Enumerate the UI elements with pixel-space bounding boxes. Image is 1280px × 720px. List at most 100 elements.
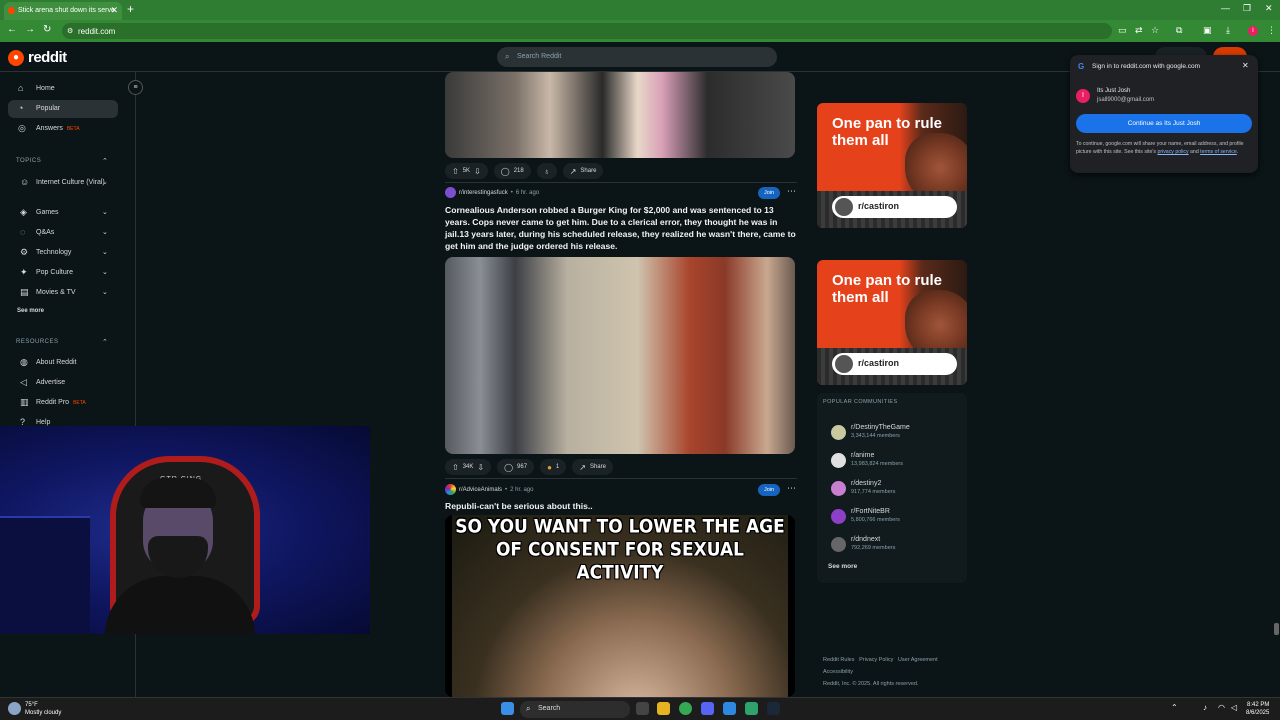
chevron-up-icon[interactable]: ⌃ (102, 338, 108, 346)
close-icon[interactable]: ✕ (1242, 61, 1249, 70)
weather-icon[interactable] (8, 702, 21, 715)
sidebar-resource[interactable]: ◍ About Reddit (8, 358, 118, 367)
windows-start-icon[interactable] (501, 702, 514, 715)
post-image[interactable]: SO YOU WANT TO LOWER THE AGE OF CONSENT … (445, 515, 795, 697)
sidebar-topic[interactable]: ☺ Internet Culture (Viral) ⌄ (8, 178, 118, 187)
post-title[interactable]: Republi-can't be serious about this.. (445, 500, 797, 512)
join-button[interactable]: Join (758, 484, 780, 496)
promoted-ad[interactable]: One pan to rule them all r/castiron (817, 103, 967, 228)
app-icon[interactable] (745, 702, 758, 715)
ad-community-badge[interactable]: r/castiron (832, 353, 957, 375)
forward-icon[interactable]: → (25, 24, 35, 35)
file-explorer-icon[interactable] (657, 702, 670, 715)
chevron-up-icon[interactable]: ⌃ (102, 157, 108, 165)
search-icon: ⌕ (505, 52, 510, 61)
subreddit-icon[interactable] (445, 484, 456, 495)
extensions-icon[interactable]: ⧉ (1176, 25, 1182, 36)
back-icon[interactable]: ← (7, 24, 17, 35)
subreddit-icon[interactable] (445, 187, 456, 198)
microphone-icon[interactable]: ♪ (1203, 703, 1207, 712)
page-scrollbar[interactable] (1273, 72, 1280, 697)
subreddit-link[interactable]: r/interestingasfuck (459, 190, 508, 196)
wifi-icon[interactable]: ◠ (1218, 703, 1225, 712)
sidebar-topic[interactable]: ◈ Games ⌄ (8, 208, 118, 217)
reload-icon[interactable]: ↻ (43, 24, 51, 35)
cast-icon[interactable]: ▭ (1118, 25, 1127, 36)
sidebar-topic[interactable]: ⚙ Technology ⌄ (8, 248, 118, 257)
comments-button[interactable]: ◯ 967 (497, 459, 535, 475)
terms-of-service-link[interactable]: terms of service (1200, 149, 1237, 155)
downloads-icon[interactable]: ⤓ (1226, 25, 1230, 36)
maximize-icon[interactable]: ❐ (1243, 3, 1251, 14)
award-button[interactable]: ● 1 (540, 459, 567, 475)
communities-see-more-link[interactable]: See more (828, 563, 857, 570)
more-options-icon[interactable]: ⋯ (787, 483, 796, 494)
sidebar-item-popular[interactable]: ◔ Popular (8, 100, 118, 118)
taskbar-search[interactable]: ⌕ Search (520, 701, 630, 718)
volume-icon[interactable]: ◁ (1231, 703, 1237, 712)
translate-icon[interactable]: ⇄ (1135, 25, 1143, 36)
taskbar-clock[interactable]: 8:42 PM 8/6/2025 (1246, 701, 1269, 717)
share-button[interactable]: ↗ Share (562, 163, 604, 179)
minimize-icon[interactable]: — (1221, 3, 1230, 13)
task-view-icon[interactable] (636, 702, 649, 715)
sidebar-topic[interactable]: ✦ Pop Culture ⌄ (8, 268, 118, 277)
bookmark-star-icon[interactable]: ☆ (1151, 25, 1159, 36)
downvote-icon[interactable]: ⇩ (477, 463, 484, 472)
topics-see-more-link[interactable]: See more (17, 308, 44, 314)
ad-community-badge[interactable]: r/castiron (832, 196, 957, 218)
reddit-snoo-icon: ● (8, 49, 24, 66)
sidebar-resource[interactable]: ▥ Reddit Pro BETA (8, 398, 118, 408)
continue-as-button[interactable]: Continue as Its Just Josh (1076, 114, 1252, 133)
steam-icon[interactable] (767, 702, 780, 715)
footer-link-privacy[interactable]: Privacy Policy (859, 657, 893, 663)
tray-chevron-icon[interactable]: ⌃ (1171, 703, 1178, 712)
scrollbar-thumb[interactable] (1274, 623, 1279, 635)
award-button[interactable]: ♁ (536, 163, 557, 179)
post-image[interactable] (445, 257, 795, 454)
promoted-ad[interactable]: One pan to rule them all r/castiron (817, 260, 967, 385)
post-title[interactable]: Cornealious Anderson robbed a Burger Kin… (445, 204, 797, 252)
window-close-icon[interactable]: ✕ (1265, 3, 1273, 14)
vote-control[interactable]: ⇧ 5K ⇩ (445, 163, 488, 179)
browser-menu-icon[interactable]: ⋮ (1267, 25, 1276, 36)
sidebar-item-answers[interactable]: ◎ Answers BETA (8, 120, 118, 138)
side-panel-icon[interactable]: ▣ (1203, 25, 1212, 36)
subreddit-link[interactable]: r/AdviceAnimals (459, 487, 502, 493)
new-tab-icon[interactable]: + (127, 2, 134, 16)
downvote-icon[interactable]: ⇩ (474, 167, 481, 176)
topics-heading[interactable]: TOPICS (16, 158, 41, 164)
more-options-icon[interactable]: ⋯ (787, 186, 796, 197)
url-field[interactable]: ⚙ reddit.com (62, 23, 1112, 39)
discord-icon[interactable] (701, 702, 714, 715)
reddit-logo[interactable]: ● reddit (8, 49, 67, 66)
collapse-sidebar-icon[interactable]: ≡ (128, 80, 143, 95)
comment-icon: ◯ (504, 462, 514, 472)
search-input[interactable]: ⌕ Search Reddit (497, 47, 777, 67)
browser-tab[interactable]: Stick arena shut down its serve ✕ (4, 2, 122, 20)
vote-control[interactable]: ⇧ 34K ⇩ (445, 459, 492, 475)
footer-link-rules[interactable]: Reddit Rules (823, 657, 855, 663)
resources-heading[interactable]: RESOURCES (16, 339, 59, 345)
sidebar-resource[interactable]: ◁ Advertise (8, 378, 118, 387)
share-button[interactable]: ↗ Share (572, 459, 613, 475)
browser-profile-avatar[interactable]: I (1248, 26, 1258, 36)
upvote-icon[interactable]: ⇧ (452, 167, 459, 176)
weather-widget[interactable]: 75°F Mostly cloudy (25, 701, 61, 717)
app-icon[interactable] (723, 702, 736, 715)
privacy-policy-link[interactable]: privacy policy (1157, 149, 1188, 155)
google-signin-disclaimer: To continue, google.com will share your … (1076, 141, 1244, 155)
post-image[interactable] (445, 72, 795, 158)
chrome-icon[interactable] (679, 702, 692, 715)
site-info-icon[interactable]: ⚙ (67, 27, 73, 35)
sidebar-topic[interactable]: ▤ Movies & TV ⌄ (8, 288, 118, 297)
join-button[interactable]: Join (758, 187, 780, 199)
upvote-icon[interactable]: ⇧ (452, 463, 459, 472)
footer-link-agreement[interactable]: User Agreement (898, 657, 938, 663)
close-tab-icon[interactable]: ✕ (110, 5, 118, 16)
background-shelf (0, 516, 90, 634)
sidebar-item-home[interactable]: ⌂ Home (8, 80, 118, 98)
sidebar-topic[interactable]: ◌ Q&As ⌄ (8, 228, 118, 237)
footer-link-accessibility[interactable]: Accessibility (823, 669, 853, 675)
comments-button[interactable]: ◯ 218 (493, 163, 531, 179)
